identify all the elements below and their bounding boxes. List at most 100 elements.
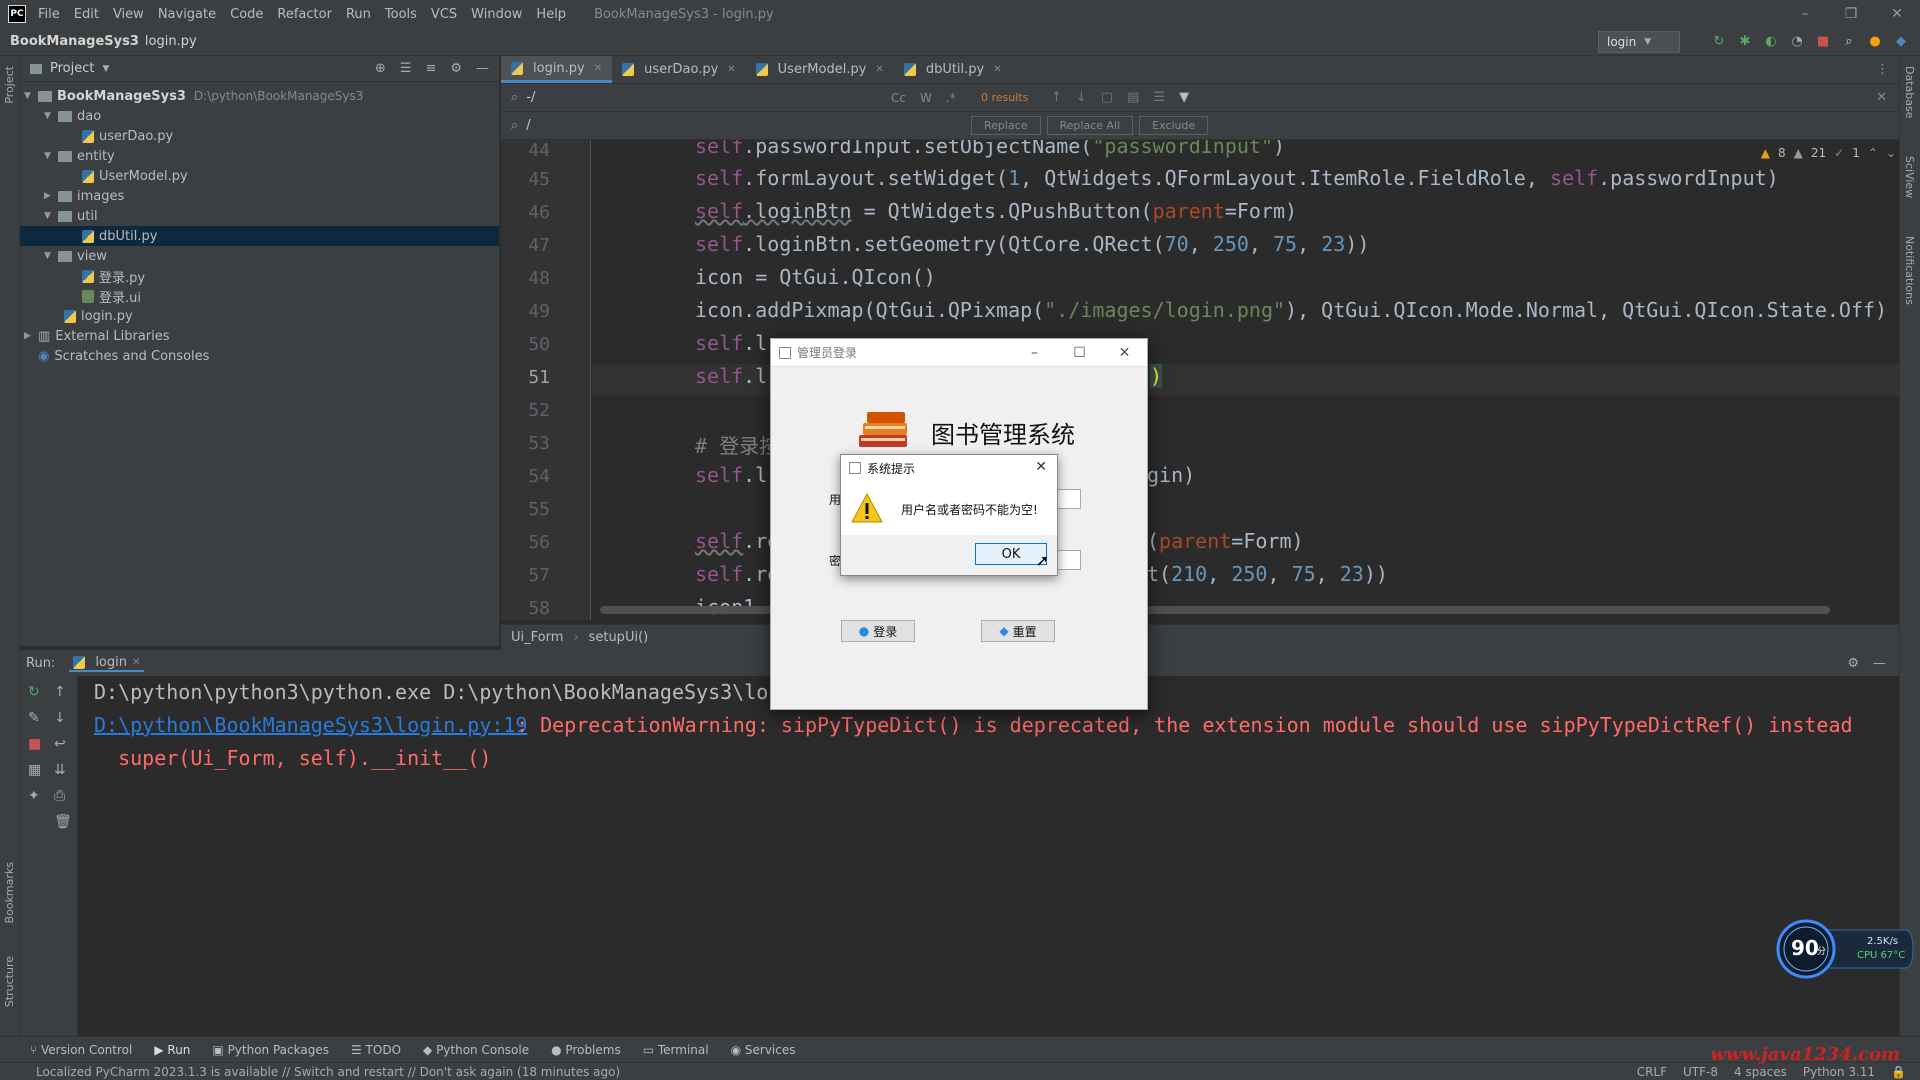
search-icon[interactable]: ⌕: [1840, 32, 1858, 50]
profile-icon[interactable]: ◔: [1788, 32, 1806, 50]
restore-icon[interactable]: ❐: [1828, 0, 1874, 28]
print-icon[interactable]: ⎙: [54, 788, 72, 804]
tree-item-scratches[interactable]: ◉ Scratches and Consoles: [20, 346, 499, 366]
gear-icon[interactable]: ⚙: [1847, 656, 1859, 671]
menu-run[interactable]: Run: [346, 7, 371, 22]
menu-window[interactable]: Window: [471, 7, 522, 22]
whole-word-toggle[interactable]: W: [920, 91, 932, 105]
chevron-down-icon[interactable]: ▼: [102, 64, 109, 74]
close-icon[interactable]: ✕: [1102, 339, 1147, 367]
scroll-to-end-icon[interactable]: ⇊: [54, 762, 72, 778]
close-icon[interactable]: ✕: [1876, 90, 1887, 105]
menu-edit[interactable]: Edit: [74, 7, 99, 22]
pin-icon[interactable]: ✦: [28, 788, 41, 804]
chevron-right-icon[interactable]: ▶: [24, 331, 38, 341]
jetbrains-icon[interactable]: ◆: [1892, 32, 1910, 50]
locate-file-icon[interactable]: ⊕: [375, 61, 386, 76]
close-icon[interactable]: ✕: [993, 64, 1001, 75]
wrench-icon[interactable]: ✎: [28, 710, 41, 726]
breadcrumb-class[interactable]: Ui_Form: [511, 630, 563, 645]
structure-tool-tab[interactable]: Structure: [3, 956, 16, 1007]
replace-button[interactable]: Replace: [971, 116, 1041, 135]
chevron-down-icon[interactable]: ⌄: [1886, 146, 1896, 160]
collapse-all-icon[interactable]: ≡: [425, 61, 436, 76]
file-encoding[interactable]: UTF-8: [1683, 1065, 1718, 1079]
chevron-down-icon[interactable]: ▼: [44, 251, 58, 261]
lock-icon[interactable]: 🔒: [1891, 1065, 1906, 1079]
filter-options-icon[interactable]: ☰: [1153, 90, 1165, 105]
close-icon[interactable]: ✕: [1874, 0, 1920, 28]
chevron-down-icon[interactable]: ▼: [44, 211, 58, 221]
chevron-down-icon[interactable]: ▼: [44, 151, 58, 161]
console-error-link[interactable]: D:\python\BookManageSys3\login.py:19: [94, 713, 527, 737]
tree-item-view[interactable]: ▼ view: [20, 246, 499, 266]
close-icon[interactable]: ✕: [875, 64, 883, 75]
maximize-icon[interactable]: ☐: [1057, 339, 1102, 367]
tree-item-login-py[interactable]: login.py: [20, 306, 499, 326]
close-icon[interactable]: ✕: [594, 63, 602, 74]
tree-item-dbutil[interactable]: dbUtil.py: [20, 226, 499, 246]
find-in-selection-icon[interactable]: ▤: [1127, 90, 1139, 105]
minimize-icon[interactable]: –: [1012, 339, 1057, 367]
notifications-tool-tab[interactable]: Notifications: [1903, 236, 1916, 305]
tool-tab-problems[interactable]: ● Problems: [551, 1043, 621, 1057]
sciview-tool-tab[interactable]: SciView: [1903, 156, 1916, 198]
interpreter[interactable]: Python 3.11: [1803, 1065, 1875, 1079]
reset-button[interactable]: ◆ 重置: [981, 620, 1055, 642]
chevron-right-icon[interactable]: ▶: [44, 191, 58, 201]
line-separator[interactable]: CRLF: [1637, 1065, 1667, 1079]
replace-input[interactable]: /: [526, 118, 886, 133]
tab-usermodel-py[interactable]: UserModel.py ✕: [746, 56, 894, 83]
close-icon[interactable]: ✕: [727, 64, 735, 75]
tree-item-util[interactable]: ▼ util: [20, 206, 499, 226]
arrow-down-icon[interactable]: ↓: [54, 710, 72, 726]
tab-login-py[interactable]: login.py ✕: [501, 56, 613, 83]
replace-all-button[interactable]: Replace All: [1046, 116, 1134, 135]
tool-tab-python-packages[interactable]: ▣ Python Packages: [212, 1043, 329, 1057]
rerun-icon[interactable]: ↻: [28, 684, 41, 700]
breadcrumb-file[interactable]: login.py: [145, 34, 197, 49]
match-case-toggle[interactable]: Cc: [891, 91, 906, 105]
indent-setting[interactable]: 4 spaces: [1734, 1065, 1787, 1079]
debug-icon[interactable]: ✱: [1736, 32, 1754, 50]
menu-code[interactable]: Code: [230, 7, 263, 22]
coverage-icon[interactable]: ◐: [1762, 32, 1780, 50]
tree-item-usermodel[interactable]: UserModel.py: [20, 166, 499, 186]
tree-item-userdao[interactable]: userDao.py: [20, 126, 499, 146]
soft-wrap-icon[interactable]: ↩: [54, 736, 72, 752]
bookmarks-tool-tab[interactable]: Bookmarks: [3, 862, 16, 923]
layout-icon[interactable]: ▦: [28, 762, 41, 778]
gear-icon[interactable]: ⚙: [450, 61, 462, 76]
tool-tab-run[interactable]: ▶ Run: [154, 1043, 190, 1057]
tree-item-images[interactable]: ▶ images: [20, 186, 499, 206]
tool-tab-todo[interactable]: ☰ TODO: [351, 1043, 401, 1057]
tree-item-login-cn-ui[interactable]: 登录.ui: [20, 286, 499, 306]
more-tabs-icon[interactable]: ⋮: [1876, 62, 1889, 77]
database-tool-tab[interactable]: Database: [1903, 66, 1916, 119]
arrow-up-icon[interactable]: ↑: [54, 684, 72, 700]
select-all-icon[interactable]: ▢: [1101, 90, 1113, 105]
console-output[interactable]: D:\python\python3\python.exe D:\python\B…: [78, 676, 1900, 1036]
tool-tab-version-control[interactable]: ⑂ Version Control: [30, 1043, 132, 1057]
run-config-select[interactable]: login ▼: [1598, 31, 1680, 53]
close-icon[interactable]: ✕: [132, 657, 140, 668]
login-window-titlebar[interactable]: 管理员登录 – ☐ ✕: [771, 339, 1147, 367]
minimize-icon[interactable]: –: [1782, 0, 1828, 28]
arrow-up-icon[interactable]: ↑: [1051, 90, 1062, 105]
tree-item-login-cn-py[interactable]: 登录.py: [20, 266, 499, 286]
find-input[interactable]: -/: [526, 90, 826, 105]
update-icon[interactable]: ●: [1866, 32, 1884, 50]
tab-dbutil-py[interactable]: dbUtil.py ✕: [894, 56, 1012, 83]
filter-icon[interactable]: ▼: [1179, 90, 1189, 105]
tree-root[interactable]: ▼ BookManageSys3 D:\python\BookManageSys…: [20, 86, 499, 106]
run-tab-login[interactable]: login ✕: [69, 655, 145, 672]
chevron-down-icon[interactable]: ▼: [44, 111, 58, 121]
inspection-widget[interactable]: ▲ 8 ▲ 21 ✓ 1 ⌃ ⌄: [1761, 146, 1896, 160]
trash-icon[interactable]: 🗑: [54, 814, 72, 830]
status-message[interactable]: Localized PyCharm 2023.1.3 is available …: [36, 1065, 620, 1079]
tool-tab-python-console[interactable]: ◆ Python Console: [423, 1043, 529, 1057]
rerun-icon[interactable]: ↻: [1710, 32, 1728, 50]
expand-all-icon[interactable]: ☰: [400, 61, 412, 76]
tool-tab-terminal[interactable]: ▭ Terminal: [643, 1043, 709, 1057]
menu-navigate[interactable]: Navigate: [158, 7, 216, 22]
